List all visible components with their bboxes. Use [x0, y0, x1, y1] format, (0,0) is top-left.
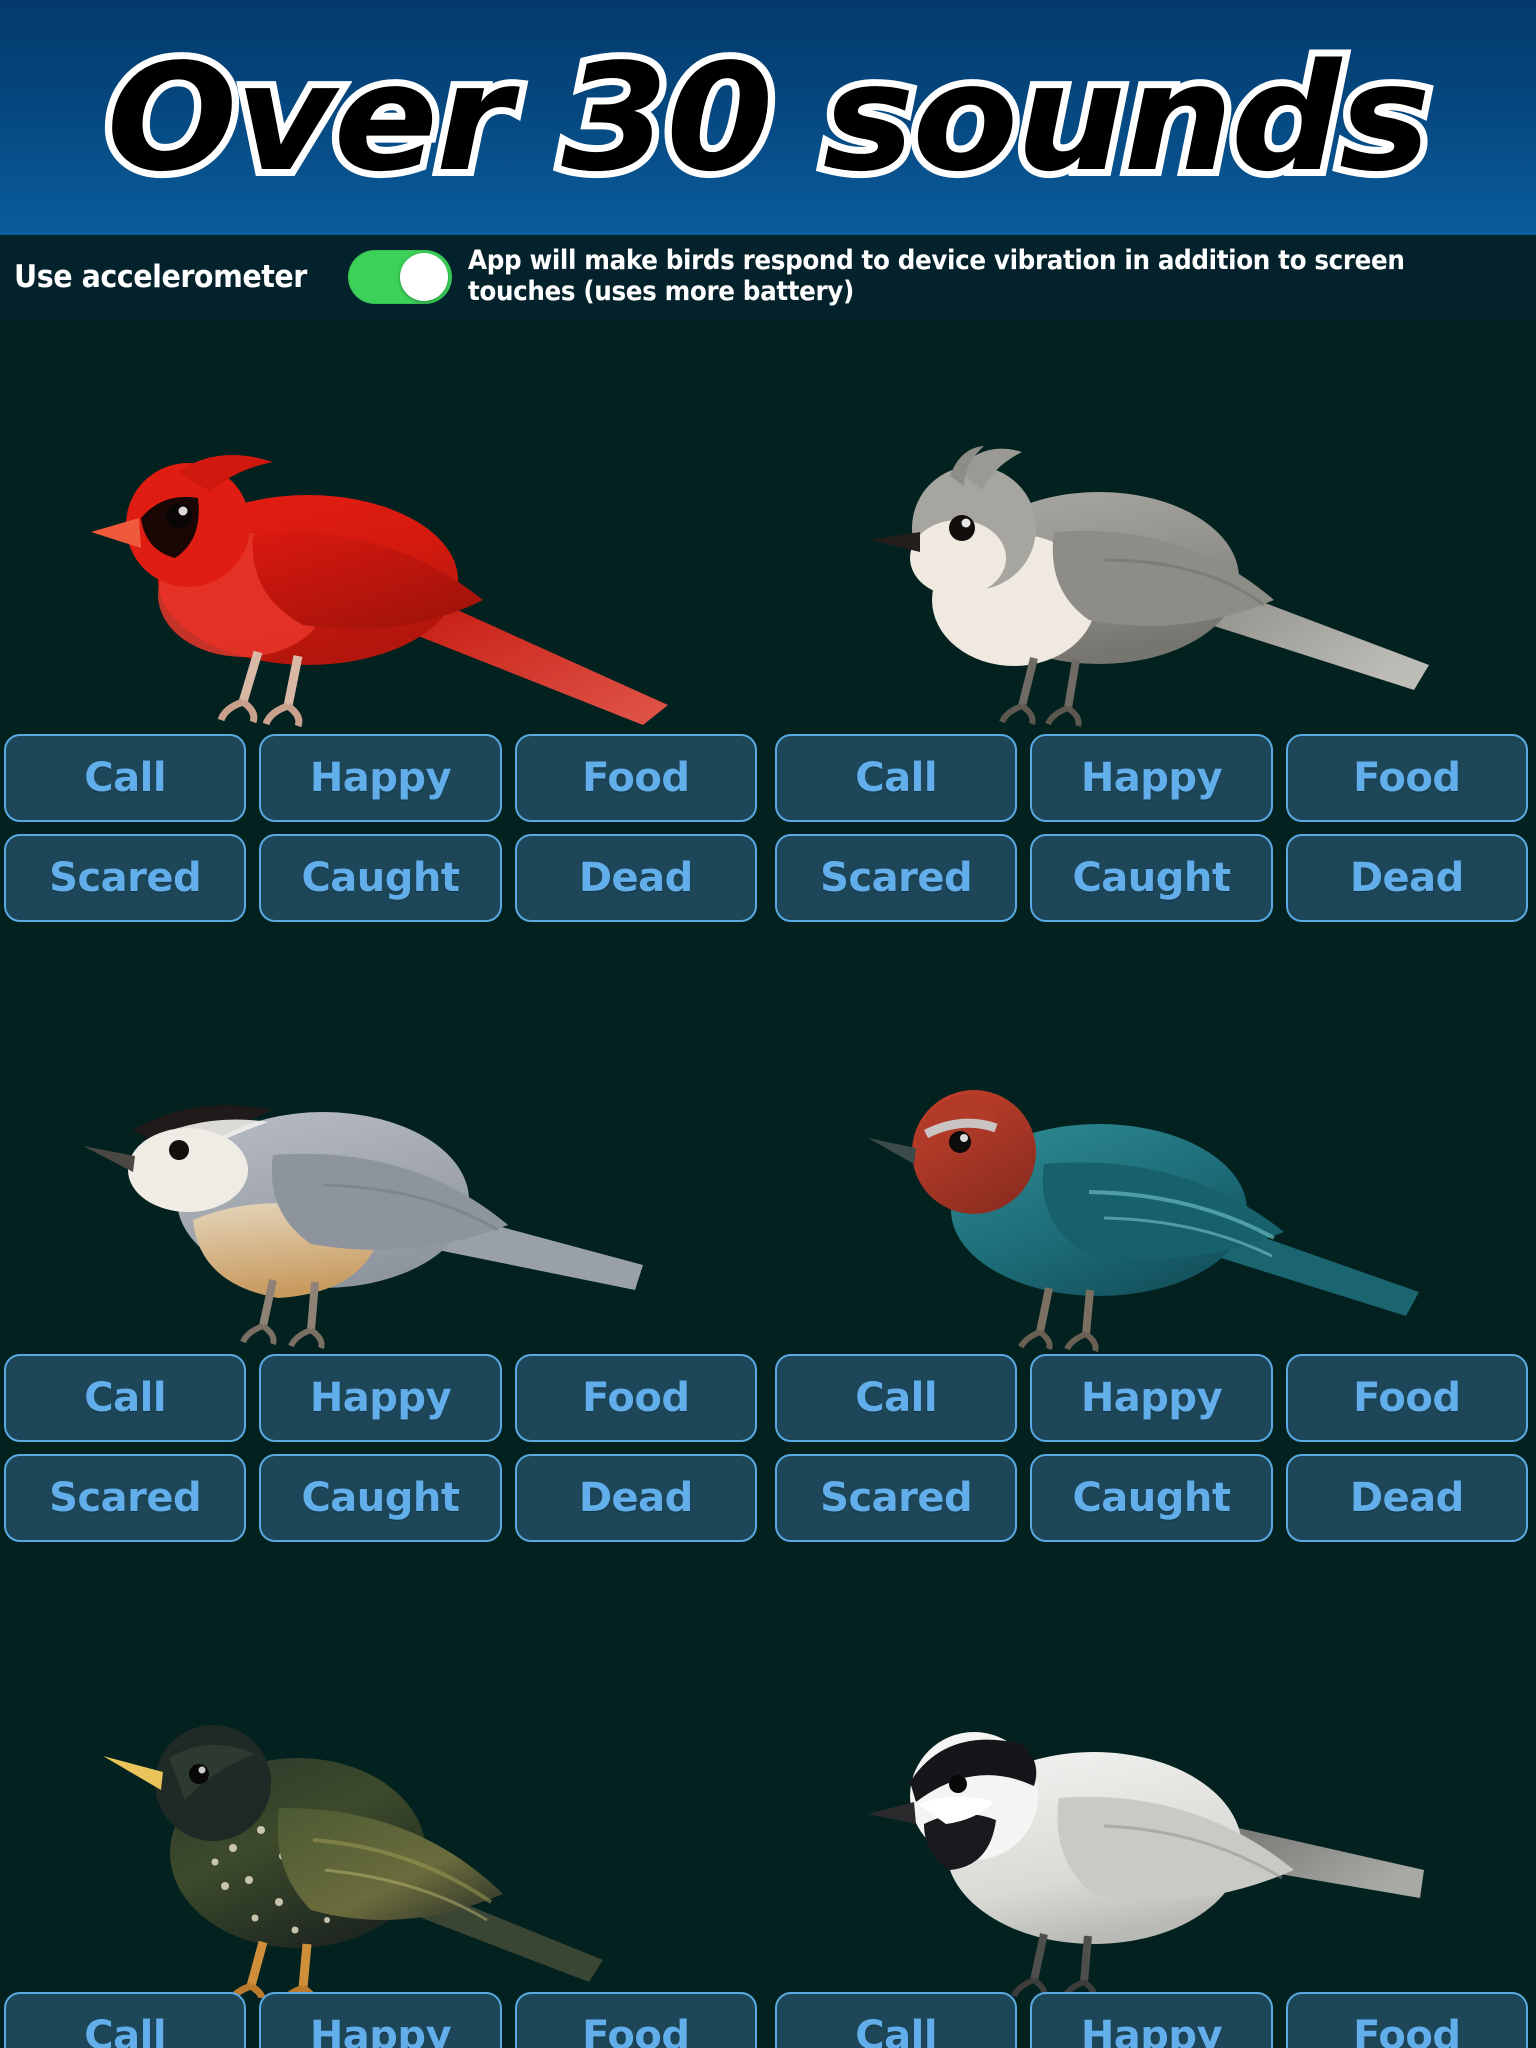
bird-image-european-starling[interactable] — [0, 1560, 765, 1998]
accelerometer-description: App will make birds respond to device vi… — [468, 245, 1405, 307]
sound-button-food[interactable]: Food — [1285, 734, 1528, 822]
sound-button-call[interactable]: Call — [775, 1354, 1018, 1442]
bird-image-black-capped-chickadee[interactable] — [771, 1560, 1536, 1998]
sound-button-happy[interactable]: Happy — [259, 1354, 502, 1442]
sound-button-grid: Call Happy Food Scared Caught Dead — [771, 1354, 1536, 1542]
bird-panel-european-starling: Call Happy Food Scared Caught Dead — [0, 1560, 765, 2048]
bird-panel-house-finch: Call Happy Food Scared Caught Dead — [771, 940, 1536, 1560]
sound-button-call[interactable]: Call — [775, 734, 1018, 822]
sound-button-grid: Call Happy Food Scared Caught Dead — [0, 1992, 765, 2048]
sound-button-caught[interactable]: Caught — [1030, 834, 1273, 922]
bird-panel-black-capped-chickadee: Call Happy Food Scared Caught Dead — [771, 1560, 1536, 2048]
sound-button-call[interactable]: Call — [775, 1992, 1018, 2048]
page-title: Over 30 sounds — [100, 31, 1439, 204]
bird-panel-northern-cardinal: Call Happy Food Scared Caught Dead — [0, 320, 765, 940]
sound-button-happy[interactable]: Happy — [1030, 1992, 1273, 2048]
bird-image-white-breasted-nuthatch[interactable] — [0, 940, 765, 1354]
sound-button-grid: Call Happy Food Scared Caught Dead — [0, 734, 765, 922]
sound-button-grid: Call Happy Food Scared Caught Dead — [771, 1992, 1536, 2048]
sound-button-call[interactable]: Call — [4, 1354, 247, 1442]
sound-button-dead[interactable]: Dead — [1285, 834, 1528, 922]
sound-button-scared[interactable]: Scared — [775, 1454, 1018, 1542]
sound-button-grid: Call Happy Food Scared Caught Dead — [771, 734, 1536, 922]
app-header: Over 30 sounds — [0, 0, 1536, 235]
sound-button-grid: Call Happy Food Scared Caught Dead — [0, 1354, 765, 1542]
sound-button-food[interactable]: Food — [1285, 1992, 1528, 2048]
sound-button-scared[interactable]: Scared — [775, 834, 1018, 922]
sound-button-food[interactable]: Food — [514, 734, 757, 822]
sound-button-food[interactable]: Food — [514, 1354, 757, 1442]
sound-button-food[interactable]: Food — [514, 1992, 757, 2048]
sound-button-call[interactable]: Call — [4, 1992, 247, 2048]
sound-button-caught[interactable]: Caught — [259, 834, 502, 922]
sound-button-scared[interactable]: Scared — [4, 1454, 247, 1542]
bird-grid: Call Happy Food Scared Caught Dead Call … — [0, 320, 1536, 2048]
bird-image-house-finch[interactable] — [771, 940, 1536, 1354]
sound-button-dead[interactable]: Dead — [1285, 1454, 1528, 1542]
sound-button-food[interactable]: Food — [1285, 1354, 1528, 1442]
bird-image-northern-cardinal[interactable] — [0, 320, 765, 734]
bird-image-tufted-titmouse[interactable] — [771, 320, 1536, 734]
accelerometer-toggle[interactable] — [348, 250, 453, 304]
bird-panel-white-breasted-nuthatch: Call Happy Food Scared Caught Dead — [0, 940, 765, 1560]
sound-button-happy[interactable]: Happy — [1030, 1354, 1273, 1442]
sound-button-happy[interactable]: Happy — [1030, 734, 1273, 822]
toggle-knob-icon — [400, 253, 449, 301]
sound-button-happy[interactable]: Happy — [259, 734, 502, 822]
bird-panel-tufted-titmouse: Call Happy Food Scared Caught Dead — [771, 320, 1536, 940]
sound-button-caught[interactable]: Caught — [259, 1454, 502, 1542]
sound-button-dead[interactable]: Dead — [514, 834, 757, 922]
accelerometer-settings-row: Use accelerometer App will make birds re… — [0, 235, 1536, 320]
sound-button-caught[interactable]: Caught — [1030, 1454, 1273, 1542]
sound-button-scared[interactable]: Scared — [4, 834, 247, 922]
sound-button-call[interactable]: Call — [4, 734, 247, 822]
sound-button-dead[interactable]: Dead — [514, 1454, 757, 1542]
sound-button-happy[interactable]: Happy — [259, 1992, 502, 2048]
accelerometer-label: Use accelerometer — [14, 259, 307, 295]
app-root: Over 30 sounds Use accelerometer App wil… — [0, 0, 1536, 2048]
